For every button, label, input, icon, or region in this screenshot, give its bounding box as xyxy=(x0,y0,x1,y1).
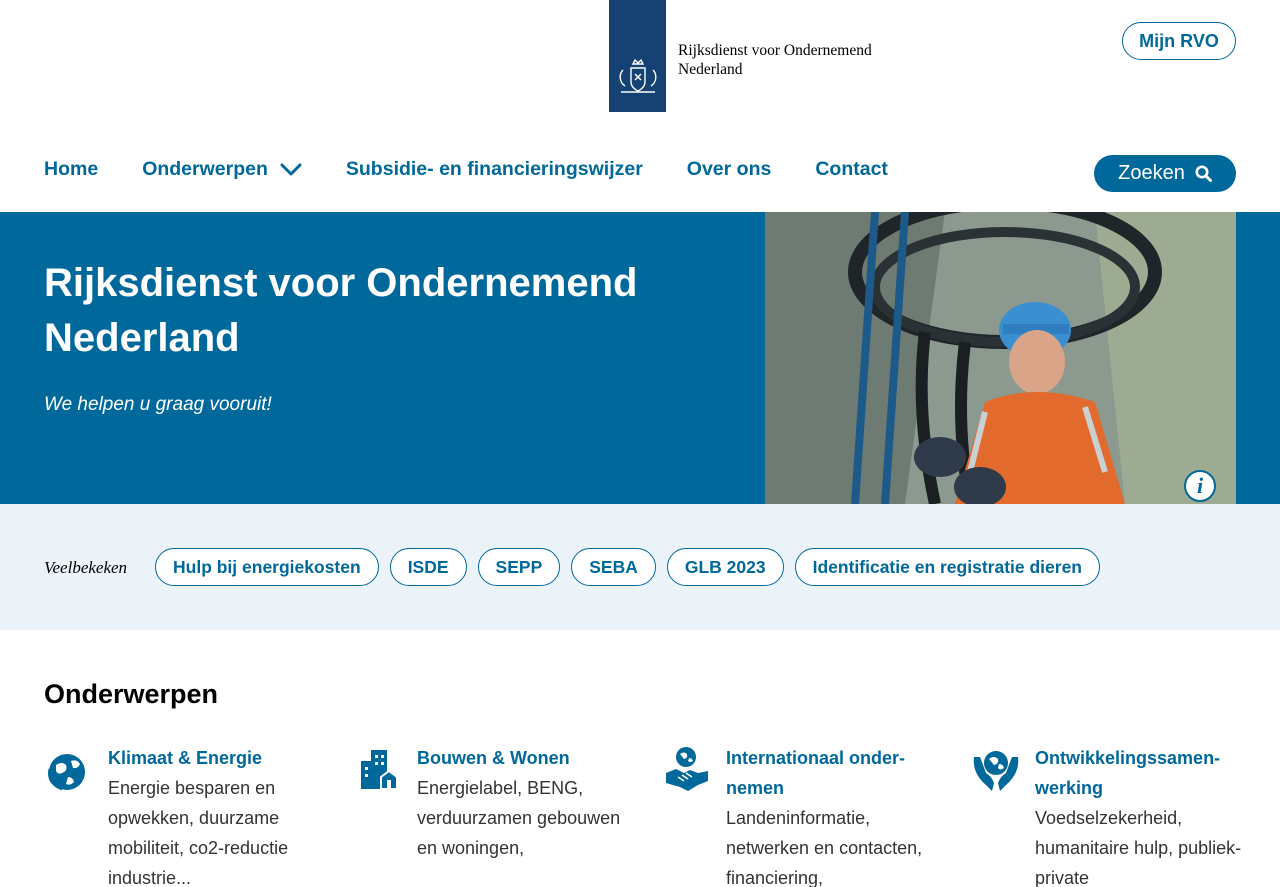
topic-body: Klimaat & Energie Energie besparen en op… xyxy=(108,743,318,887)
topic-body: Ontwikkelingssamen-werking Voedselzekerh… xyxy=(1035,743,1245,887)
logo-line-2: Nederland xyxy=(678,61,743,78)
main-navigation: Home Onderwerpen Subsidie- en financieri… xyxy=(44,158,932,181)
search-label: Zoeken xyxy=(1118,162,1185,184)
nav-item-contact[interactable]: Contact xyxy=(815,158,888,181)
topic-body: Internationaal onder-nemen Landeninforma… xyxy=(726,743,936,887)
popular-links-band: Veelbekeken Hulp bij energiekosten ISDE … xyxy=(0,504,1280,630)
topic-klimaat-energie[interactable]: Klimaat & Energie Energie besparen en op… xyxy=(44,743,318,887)
topic-title: Ontwikkelingssamen-werking xyxy=(1035,748,1221,798)
pill-isde[interactable]: ISDE xyxy=(389,548,467,586)
nav-item-label: Over ons xyxy=(686,158,772,180)
nav-item-home[interactable]: Home xyxy=(44,158,98,181)
nav-item-over-ons[interactable]: Over ons xyxy=(687,158,772,181)
rvo-logo[interactable]: Rijksdienst voor Ondernemend Nederland xyxy=(609,0,872,112)
search-button[interactable]: Zoeken xyxy=(1094,155,1236,192)
hero-title: Rijksdienst voor Ondernemend Nederland xyxy=(44,261,638,360)
topic-description: Energielabel, BENG, verduurzamen gebouwe… xyxy=(417,778,621,858)
topic-title: Klimaat & Energie xyxy=(108,748,263,768)
topic-body: Bouwen & Wonen Energielabel, BENG, verdu… xyxy=(417,743,627,863)
popular-pills: Hulp bij energiekosten ISDE SEPP SEBA GL… xyxy=(155,548,1111,586)
topic-title: Bouwen & Wonen xyxy=(417,748,570,768)
nav-item-label: Onderwerpen xyxy=(142,158,268,180)
hands-globe-icon xyxy=(973,751,1019,791)
globe-icon xyxy=(48,754,85,791)
hero-subtitle: We helpen u graag vooruit! xyxy=(44,394,272,415)
coat-of-arms-icon xyxy=(609,0,666,112)
pill-hulp-bij-energiekosten[interactable]: Hulp bij energiekosten xyxy=(155,548,379,586)
pill-seba[interactable]: SEBA xyxy=(571,548,656,586)
topics-title: Onderwerpen xyxy=(44,679,219,709)
topic-title: Internationaal onder-nemen xyxy=(726,748,906,798)
topic-description: Voedselzekerheid, humanitaire hulp, publ… xyxy=(1035,808,1242,887)
hero-photo: i xyxy=(765,212,1236,504)
pill-glb-2023[interactable]: GLB 2023 xyxy=(666,548,784,586)
pill-identificatie-registratie-dieren[interactable]: Identificatie en registratie dieren xyxy=(794,548,1100,586)
popular-label: Veelbekeken xyxy=(44,558,128,577)
topic-description: Landeninformatie, netwerken en contacten… xyxy=(726,808,923,887)
hero-banner: Rijksdienst voor Ondernemend Nederland W… xyxy=(0,212,1280,504)
mijn-rvo-button[interactable]: Mijn RVO xyxy=(1122,22,1236,60)
topic-internationaal-ondernemen[interactable]: Internationaal onder-nemen Landeninforma… xyxy=(662,743,936,887)
search-icon xyxy=(1195,165,1212,182)
topic-bouwen-wonen[interactable]: Bouwen & Wonen Energielabel, BENG, verdu… xyxy=(353,743,627,863)
topic-description: Energie besparen en opwekken, duurzame m… xyxy=(108,778,289,887)
nav-item-label: Home xyxy=(44,158,99,180)
pill-sepp[interactable]: SEPP xyxy=(477,548,561,586)
nav-item-onderwerpen[interactable]: Onderwerpen xyxy=(142,158,302,181)
topic-ontwikkelingssamenwerking[interactable]: Ontwikkelingssamen-werking Voedselzekerh… xyxy=(971,743,1245,887)
buildings-icon xyxy=(361,750,398,790)
logo-line-1: Rijksdienst voor Ondernemend xyxy=(678,42,872,59)
info-icon[interactable]: i xyxy=(1184,470,1216,502)
handshake-globe-icon xyxy=(666,747,708,791)
logo-wordmark: Rijksdienst voor Ondernemend Nederland xyxy=(678,41,872,79)
worker-photo-illustration xyxy=(765,212,1236,504)
nav-item-subsidiewijzer[interactable]: Subsidie- en financieringswijzer xyxy=(346,158,643,181)
nav-item-label: Contact xyxy=(815,158,888,180)
chevron-down-icon xyxy=(280,163,302,175)
nav-item-label: Subsidie- en financieringswijzer xyxy=(345,158,643,180)
